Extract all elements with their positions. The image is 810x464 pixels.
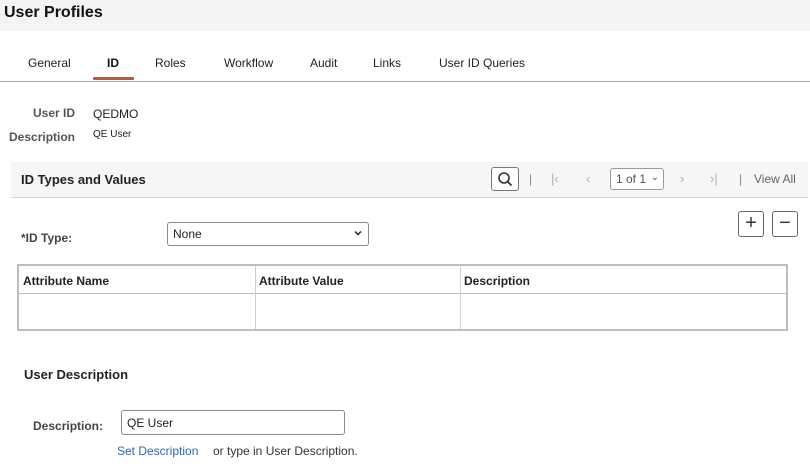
id-type-select[interactable]: None — [167, 222, 369, 246]
table-row — [19, 295, 786, 329]
separator: | — [529, 172, 533, 186]
tab-roles[interactable]: Roles — [155, 56, 186, 70]
user-description-hint: or type in User Description. — [213, 444, 358, 458]
last-page-icon[interactable]: ›| — [710, 171, 718, 186]
view-all-link[interactable]: View All — [754, 172, 796, 186]
first-page-icon[interactable]: |‹ — [551, 171, 559, 186]
chevron-down-icon: ⌄ — [650, 172, 659, 183]
separator: | — [739, 172, 743, 186]
grid-search-button[interactable] — [491, 167, 519, 191]
next-page-icon[interactable]: › — [680, 171, 684, 186]
tab-user-id-queries[interactable]: User ID Queries — [439, 56, 525, 70]
delete-row-button[interactable]: − — [772, 211, 798, 237]
attributes-table: Attribute Name Attribute Value Descripti… — [17, 264, 788, 331]
page-selector[interactable]: 1 of 1 ⌄ — [610, 168, 664, 190]
column-header-description: Description — [464, 274, 531, 288]
tab-audit[interactable]: Audit — [310, 56, 337, 70]
tab-id[interactable]: ID — [107, 56, 119, 70]
search-icon — [498, 172, 512, 186]
user-description-label: Description: — [33, 419, 104, 433]
column-header-attribute-value: Attribute Value — [259, 274, 344, 288]
tab-links[interactable]: Links — [373, 56, 401, 70]
user-description-section-title: User Description — [24, 367, 129, 382]
tab-bar: General ID Roles Workflow Audit Links Us… — [0, 50, 810, 82]
grid-title: ID Types and Values — [21, 172, 146, 187]
user-id-label: User ID — [33, 106, 76, 120]
page-title: User Profiles — [4, 4, 103, 21]
user-description-input[interactable]: QE User — [121, 410, 345, 435]
table-header: Attribute Name Attribute Value Descripti… — [19, 266, 786, 294]
page-header: User Profiles — [0, 0, 810, 31]
column-header-attribute-name: Attribute Name — [23, 274, 110, 288]
chevron-down-icon — [354, 230, 362, 236]
user-id-value: QEDMO — [93, 107, 139, 121]
tab-general[interactable]: General — [28, 56, 71, 70]
tab-workflow[interactable]: Workflow — [224, 56, 273, 70]
grid-header: ID Types and Values | |‹ ‹ 1 of 1 ⌄ › ›|… — [11, 162, 808, 198]
page-selector-value: 1 of 1 — [616, 172, 647, 186]
description-value: QE User — [93, 129, 132, 140]
active-tab-indicator — [93, 77, 134, 80]
id-type-label: *ID Type: — [21, 231, 73, 245]
description-label: Description — [9, 130, 76, 144]
set-description-link[interactable]: Set Description — [117, 444, 198, 458]
id-type-selected-value: None — [173, 227, 202, 241]
previous-page-icon[interactable]: ‹ — [586, 171, 590, 186]
user-description-input-value: QE User — [127, 416, 174, 430]
add-row-button[interactable]: + — [738, 211, 764, 237]
